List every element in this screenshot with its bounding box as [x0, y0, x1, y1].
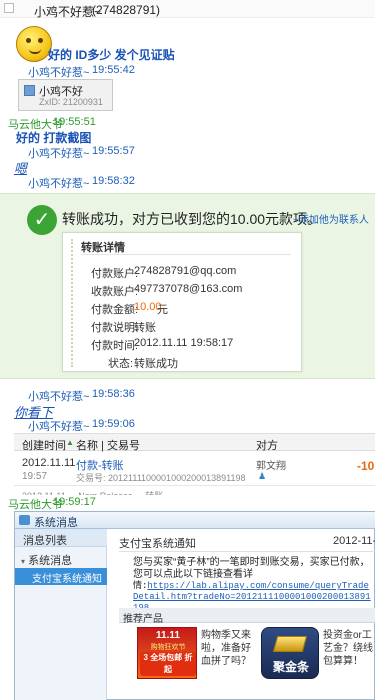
- tree-item-label: 系统消息: [28, 555, 73, 567]
- notice-title: 支付宝系统通知: [119, 538, 196, 550]
- window-titlebar[interactable]: 系统消息: [15, 512, 375, 529]
- contact-card[interactable]: 小鸡不好 ZxID∶ 21200931: [18, 79, 113, 111]
- sort-icon[interactable]: ▲: [66, 438, 74, 447]
- gold-bar-icon: [272, 636, 308, 652]
- sender-name: 小鸡不好惹~: [28, 421, 90, 433]
- notice-body: 您与买家“黄子林”的一笔即时到账交易，买家已付款，您可以点此以下链接查看详: [133, 557, 370, 580]
- chat-header: 小鸡不好惹~ (274828791): [0, 0, 375, 19]
- table-row[interactable]: 2012.11.11 19:57 付款-转账 交易号: 201211110000…: [14, 452, 375, 486]
- sender-name: 小鸡不好惹~: [28, 148, 90, 160]
- notice-divider: [119, 551, 375, 552]
- emoji-icon: [16, 26, 52, 62]
- detail-row-value: 转账成功: [134, 358, 178, 370]
- message-sidebar: 消息列表 ▾ 系统消息 支付宝系统通知: [15, 529, 107, 700]
- transfer-headline: 转账成功，对方已收到您的10.00元款项。: [62, 211, 322, 227]
- detail-row-value: 274828791@qq.com: [134, 265, 237, 277]
- col-name: 名称 | 交易号: [76, 440, 140, 452]
- row-trade-no: 交易号: 20121111000010002000138911​98: [76, 473, 246, 483]
- contact-card-subtitle: ZxID∶ 21200931: [39, 97, 103, 107]
- detail-row-label: 付款金额:: [91, 304, 139, 316]
- chevron-down-icon: ▾: [21, 557, 26, 566]
- detail-row-label: 付款时间:: [91, 340, 139, 352]
- note-icon: [4, 3, 14, 13]
- detail-amount-unit: 元: [157, 304, 168, 316]
- col-created[interactable]: 创建时间: [22, 437, 66, 453]
- tree-item-alipay[interactable]: 支付宝系统通知: [15, 568, 107, 585]
- message-text: 好的 ID多少 发个见证贴: [48, 48, 175, 62]
- message-text: 嗯: [14, 161, 28, 176]
- row-time: 19:57: [22, 471, 48, 482]
- header-id: (274828791): [92, 3, 161, 17]
- detail-row-value: 转账: [134, 322, 156, 334]
- dotted-divider: [71, 239, 73, 367]
- col-party: 对方: [256, 440, 278, 452]
- trade-table-header: 创建时间 ▲ 名称 | 交易号 对方: [14, 433, 375, 453]
- window-title: 系统消息: [34, 517, 78, 529]
- check-icon: ✓: [27, 205, 57, 235]
- promo-title: 推荐产品: [123, 614, 163, 625]
- message-time: 19:55:51: [53, 116, 96, 128]
- message-time: 19:55:57: [92, 145, 135, 157]
- message-time: 19:58:32: [92, 175, 135, 187]
- notice-date: 2012-11-1: [333, 535, 375, 547]
- promo1-badge-big: 3 全场包邮 折起: [140, 652, 196, 676]
- tree-item-system[interactable]: ▾ 系统消息: [21, 552, 72, 568]
- promo2-text[interactable]: 投资金or工艺金？绕线包算算！: [323, 629, 375, 668]
- tree-item-label: 支付宝系统通知: [32, 574, 102, 585]
- detail-row-label: 收款账户:: [91, 286, 139, 298]
- row-date: 2012.11.11: [22, 457, 76, 469]
- system-message-window: 系统消息 消息列表 ▾ 系统消息 支付宝系统通知 支付宝系统通知 2012-11…: [14, 511, 375, 700]
- row-amount: -10.: [357, 459, 375, 473]
- promo-header: 推荐产品: [119, 608, 375, 625]
- detail-row-label: 付款说明:: [91, 322, 139, 334]
- screenshot-root: 小鸡不好惹~ (274828791) 好的 ID多少 发个见证贴 小鸡不好惹~ …: [0, 0, 375, 700]
- transfer-detail-box: 转账详情 付款账户: 274828791@qq.com 收款账户: 497737…: [62, 232, 302, 372]
- promo-gold-banner[interactable]: 聚金条: [261, 627, 319, 679]
- promo1-text[interactable]: 购物季又来啦，准备好血拼了吗？: [201, 629, 257, 668]
- header-sender: 小鸡不好惹~: [34, 5, 102, 19]
- promo2-badge: 聚金条: [272, 660, 309, 674]
- promo1-badge-mid: 购物狂欢节: [150, 644, 186, 651]
- sender-name: 小鸡不好惹~: [28, 178, 90, 190]
- promo-1111-banner[interactable]: 11.11 购物狂欢节 3 全场包邮 折起: [137, 627, 197, 679]
- sidebar-title: 消息列表: [23, 535, 67, 547]
- message-time: 19:58:36: [92, 388, 135, 400]
- detail-row-value: 497737078@163.com: [134, 283, 243, 295]
- contact-card-icon: [24, 85, 35, 96]
- detail-divider: [81, 254, 291, 255]
- table-row-partial: 2012.11.11 ... Nam Release ... 转账: [22, 489, 163, 495]
- window-icon: [19, 515, 30, 525]
- detail-title: 转账详情: [81, 242, 125, 254]
- detail-row-label: 状态:: [108, 358, 134, 370]
- row-party: 郭文翔: [256, 461, 286, 472]
- promo1-badge-top: 11.11: [156, 630, 180, 641]
- message-time: 19:59:17: [53, 496, 96, 508]
- person-icon: ♟: [258, 471, 267, 481]
- detail-row-value: 2012.11.11 19:58:17: [134, 337, 234, 349]
- transfer-panel: ✓ 转账成功，对方已收到您的10.00元款项。 +添加他为联系人 转账详情 付款…: [0, 193, 375, 379]
- sender-name: 小鸡不好惹~: [28, 67, 90, 79]
- sidebar-header: 消息列表: [15, 529, 107, 547]
- message-time: 19:59:06: [92, 418, 135, 430]
- message-text: 好的 打款截图: [16, 131, 92, 145]
- add-contact-link[interactable]: +添加他为联系人: [293, 211, 369, 226]
- message-time: 19:55:42: [92, 64, 135, 76]
- detail-row-label: 付款账户:: [91, 268, 139, 280]
- notice-link-label: 情:: [133, 581, 148, 591]
